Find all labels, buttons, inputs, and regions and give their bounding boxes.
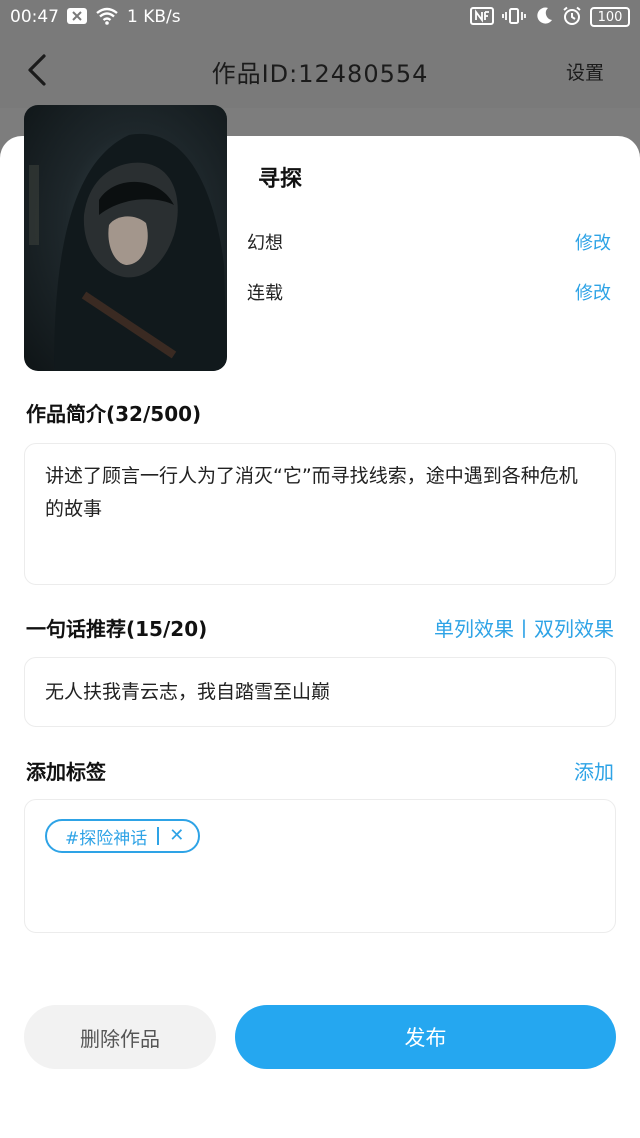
recommend-heading: 一句话推荐(15/20) [26, 617, 208, 641]
publish-button[interactable]: 发布 [235, 1005, 616, 1069]
tag-label: #探险神话 [65, 828, 148, 849]
recommend-text: 无人扶我青云志，我自踏雪至山巅 [45, 681, 331, 703]
battery-indicator: 100 [590, 7, 630, 27]
nfc-icon [470, 6, 494, 28]
status-time: 00:47 [10, 7, 59, 27]
recommend-input[interactable]: 无人扶我青云志，我自踏雪至山巅 [24, 657, 616, 727]
tag-chip[interactable]: #探险神话 ✕ [45, 819, 201, 853]
network-speed: 1 KB/s [127, 7, 181, 27]
page-title: 作品ID:12480554 [211, 60, 429, 88]
work-title: 寻探 [258, 167, 303, 192]
tags-container: #探险神话 ✕ [24, 799, 616, 933]
status-right: 100 [470, 6, 630, 29]
intro-heading: 作品简介(32/500) [26, 402, 202, 426]
add-tag-button[interactable]: 添加 [574, 756, 614, 785]
moon-icon [534, 6, 554, 29]
cover-image[interactable] [24, 105, 227, 371]
delete-work-button[interactable]: 删除作品 [24, 1005, 216, 1069]
battery-level: 100 [597, 9, 623, 25]
intro-textarea[interactable]: 讲述了顾言一行人为了消灭“它”而寻找线索，途中遇到各种危机的故事 [24, 443, 616, 585]
layout-effect-toggle[interactable]: 单列效果丨双列效果 [434, 613, 614, 642]
tag-divider [157, 827, 160, 845]
status-edit-button[interactable]: 修改 [575, 279, 611, 305]
genre-value: 幻想 [247, 233, 283, 254]
alarm-icon [562, 6, 582, 29]
cover-illustration [29, 133, 227, 371]
vibrate-icon [502, 7, 526, 28]
status-bar: 00:47 1 KB/s 100 [0, 0, 640, 34]
wifi-icon [95, 7, 119, 28]
status-left: 00:47 1 KB/s [10, 7, 181, 28]
tags-heading: 添加标签 [26, 760, 106, 784]
status-row: 连载 修改 [247, 279, 611, 305]
status-value: 连载 [247, 283, 283, 304]
intro-text: 讲述了顾言一行人为了消灭“它”而寻找线索，途中遇到各种危机的故事 [45, 465, 578, 520]
settings-button[interactable]: 设置 [566, 58, 604, 85]
genre-edit-button[interactable]: 修改 [575, 229, 611, 255]
genre-row: 幻想 修改 [247, 229, 611, 255]
close-icon[interactable]: ✕ [169, 827, 184, 845]
notification-x-icon [67, 7, 87, 27]
top-navigation-bar: 作品ID:12480554 设置 [0, 34, 640, 108]
